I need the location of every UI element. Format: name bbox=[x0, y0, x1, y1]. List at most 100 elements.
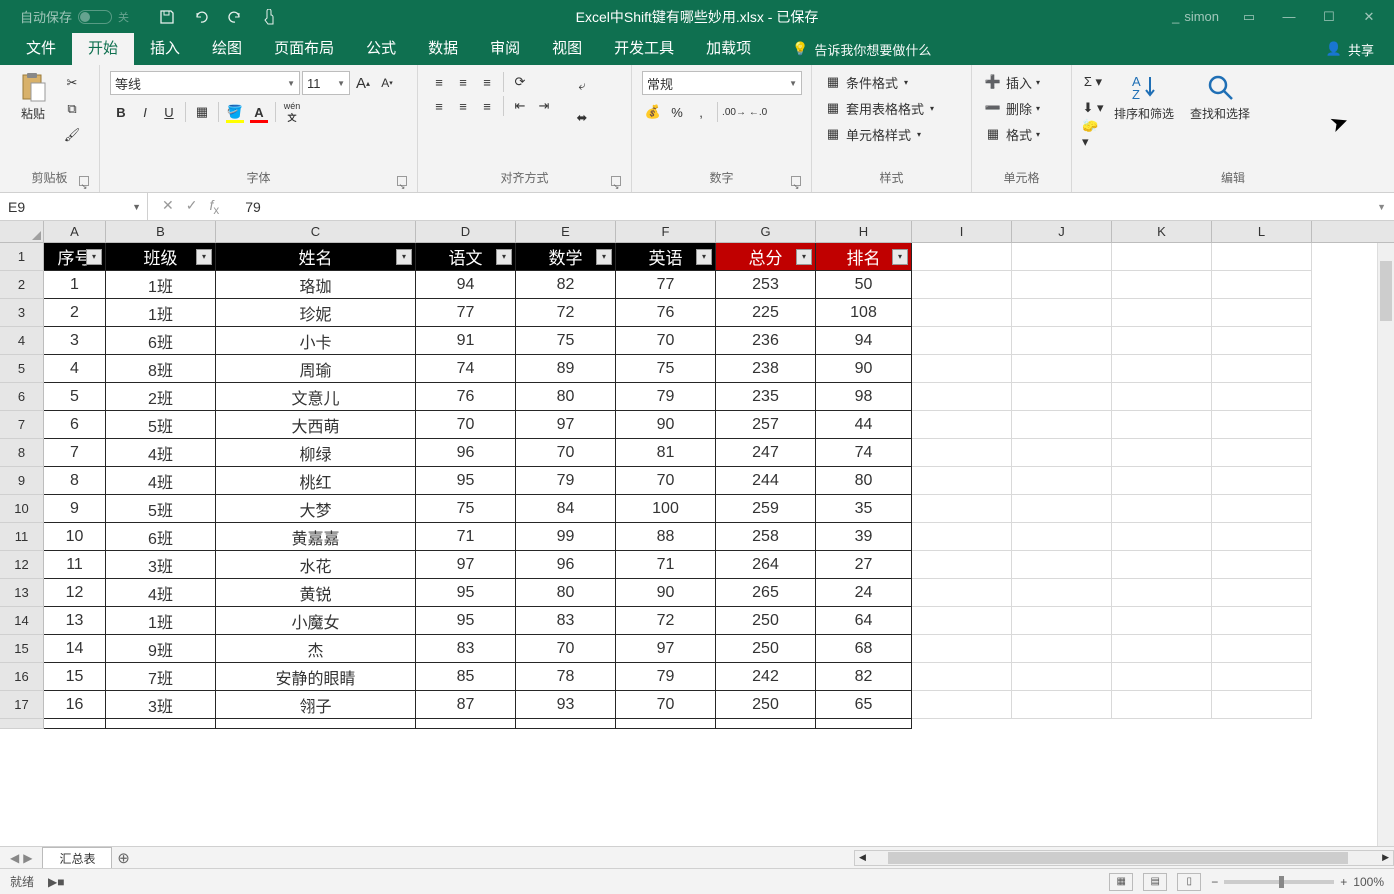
empty-cell[interactable] bbox=[1112, 635, 1212, 663]
data-cell[interactable]: 13 bbox=[44, 607, 106, 635]
inc-decimal-icon[interactable]: .00→ bbox=[723, 101, 745, 123]
data-cell[interactable]: 8 bbox=[44, 467, 106, 495]
data-cell[interactable]: 108 bbox=[816, 299, 912, 327]
indent-dec-icon[interactable]: ⇤ bbox=[509, 95, 531, 117]
copy-icon[interactable]: ⧉ bbox=[61, 98, 83, 120]
align-top-icon[interactable]: ≡ bbox=[428, 71, 450, 93]
data-cell[interactable]: 9班 bbox=[106, 635, 216, 663]
empty-cell[interactable] bbox=[1212, 467, 1312, 495]
data-cell[interactable]: 70 bbox=[416, 411, 516, 439]
paste-button[interactable]: 粘贴 bbox=[10, 71, 56, 122]
data-cell[interactable]: 1班 bbox=[106, 607, 216, 635]
align-center-icon[interactable]: ≡ bbox=[452, 95, 474, 117]
data-cell[interactable]: 244 bbox=[716, 467, 816, 495]
data-cell[interactable]: 76 bbox=[416, 383, 516, 411]
data-cell[interactable]: 翎子 bbox=[216, 691, 416, 719]
data-cell[interactable]: 77 bbox=[616, 271, 716, 299]
data-cell[interactable]: 4班 bbox=[106, 579, 216, 607]
zoom-slider[interactable] bbox=[1224, 880, 1334, 884]
font-size-combo[interactable]: 11▼ bbox=[302, 71, 350, 95]
border-button[interactable]: ▦ bbox=[191, 101, 213, 123]
align-bottom-icon[interactable]: ≡ bbox=[476, 71, 498, 93]
empty-cell[interactable] bbox=[912, 299, 1012, 327]
empty-cell[interactable] bbox=[1212, 383, 1312, 411]
filter-dropdown-icon[interactable]: ▾ bbox=[696, 249, 712, 265]
empty-cell[interactable] bbox=[1012, 551, 1112, 579]
data-cell[interactable]: 95 bbox=[416, 579, 516, 607]
empty-cell[interactable] bbox=[1112, 411, 1212, 439]
fx-icon[interactable]: fx bbox=[209, 197, 219, 217]
row-header[interactable]: 14 bbox=[0, 607, 44, 635]
data-cell[interactable]: 10 bbox=[44, 523, 106, 551]
data-cell[interactable]: 84 bbox=[516, 495, 616, 523]
table-header-cell[interactable]: 语文▾ bbox=[416, 243, 516, 271]
italic-button[interactable]: I bbox=[134, 101, 156, 123]
dialog-launcher-icon[interactable]: ↘ bbox=[611, 176, 621, 186]
data-cell[interactable]: 4班 bbox=[106, 439, 216, 467]
data-cell[interactable]: 250 bbox=[716, 635, 816, 663]
data-cell[interactable]: 3班 bbox=[106, 551, 216, 579]
format-as-table-button[interactable]: ▦套用表格格式 ▾ bbox=[822, 97, 934, 119]
data-cell[interactable]: 83 bbox=[416, 635, 516, 663]
empty-cell[interactable] bbox=[1012, 635, 1112, 663]
data-cell[interactable]: 236 bbox=[716, 327, 816, 355]
data-cell[interactable]: 64 bbox=[816, 607, 912, 635]
accounting-icon[interactable]: 💰 bbox=[642, 101, 664, 123]
ribbon-display-icon[interactable]: ▭ bbox=[1239, 7, 1259, 27]
data-cell[interactable]: 5 bbox=[44, 383, 106, 411]
row-header[interactable] bbox=[0, 719, 44, 729]
data-cell[interactable]: 75 bbox=[616, 355, 716, 383]
data-cell[interactable]: 桃红 bbox=[216, 467, 416, 495]
empty-cell[interactable] bbox=[1012, 411, 1112, 439]
row-header[interactable]: 10 bbox=[0, 495, 44, 523]
tab-formulas[interactable]: 公式 bbox=[350, 33, 412, 65]
empty-cell[interactable] bbox=[912, 327, 1012, 355]
close-icon[interactable]: ✕ bbox=[1359, 7, 1379, 27]
empty-cell[interactable] bbox=[1112, 551, 1212, 579]
empty-cell[interactable] bbox=[912, 495, 1012, 523]
filter-dropdown-icon[interactable]: ▾ bbox=[396, 249, 412, 265]
dialog-launcher-icon[interactable]: ↘ bbox=[79, 176, 89, 186]
empty-cell[interactable] bbox=[1012, 355, 1112, 383]
empty-cell[interactable] bbox=[1112, 579, 1212, 607]
empty-cell[interactable] bbox=[1212, 663, 1312, 691]
expand-formula-icon[interactable]: ▼ bbox=[1369, 202, 1394, 212]
data-cell[interactable]: 珍妮 bbox=[216, 299, 416, 327]
redo-icon[interactable] bbox=[227, 9, 243, 25]
empty-cell[interactable] bbox=[1112, 271, 1212, 299]
empty-cell[interactable] bbox=[912, 523, 1012, 551]
autosum-icon[interactable]: Σ ▾ bbox=[1082, 71, 1104, 93]
filter-dropdown-icon[interactable]: ▾ bbox=[86, 249, 102, 265]
data-cell[interactable]: 9 bbox=[44, 495, 106, 523]
data-cell[interactable]: 2班 bbox=[106, 383, 216, 411]
save-icon[interactable] bbox=[159, 9, 175, 25]
empty-cell[interactable] bbox=[1112, 243, 1212, 271]
empty-cell[interactable] bbox=[1012, 467, 1112, 495]
data-cell[interactable] bbox=[816, 719, 912, 729]
col-header[interactable]: L bbox=[1212, 221, 1312, 242]
data-cell[interactable]: 87 bbox=[416, 691, 516, 719]
user-account[interactable]: _ simon bbox=[1172, 9, 1219, 24]
data-cell[interactable] bbox=[516, 719, 616, 729]
formula-input[interactable]: 79 bbox=[233, 199, 1369, 215]
empty-cell[interactable] bbox=[912, 551, 1012, 579]
data-cell[interactable]: 1班 bbox=[106, 299, 216, 327]
scroll-right-icon[interactable]: ▶ bbox=[1382, 852, 1389, 863]
table-header-cell[interactable]: 班级▾ bbox=[106, 243, 216, 271]
empty-cell[interactable] bbox=[912, 663, 1012, 691]
data-cell[interactable]: 6 bbox=[44, 411, 106, 439]
data-cell[interactable]: 95 bbox=[416, 467, 516, 495]
touch-mode-icon[interactable] bbox=[261, 9, 277, 25]
empty-cell[interactable] bbox=[912, 439, 1012, 467]
data-cell[interactable]: 89 bbox=[516, 355, 616, 383]
data-cell[interactable]: 39 bbox=[816, 523, 912, 551]
filter-dropdown-icon[interactable]: ▾ bbox=[196, 249, 212, 265]
data-cell[interactable]: 柳绿 bbox=[216, 439, 416, 467]
data-cell[interactable]: 4 bbox=[44, 355, 106, 383]
align-right-icon[interactable]: ≡ bbox=[476, 95, 498, 117]
phonetic-button[interactable]: wén文 bbox=[281, 101, 303, 123]
data-cell[interactable]: 黄锐 bbox=[216, 579, 416, 607]
empty-cell[interactable] bbox=[1212, 551, 1312, 579]
empty-cell[interactable] bbox=[1212, 299, 1312, 327]
data-cell[interactable]: 90 bbox=[816, 355, 912, 383]
